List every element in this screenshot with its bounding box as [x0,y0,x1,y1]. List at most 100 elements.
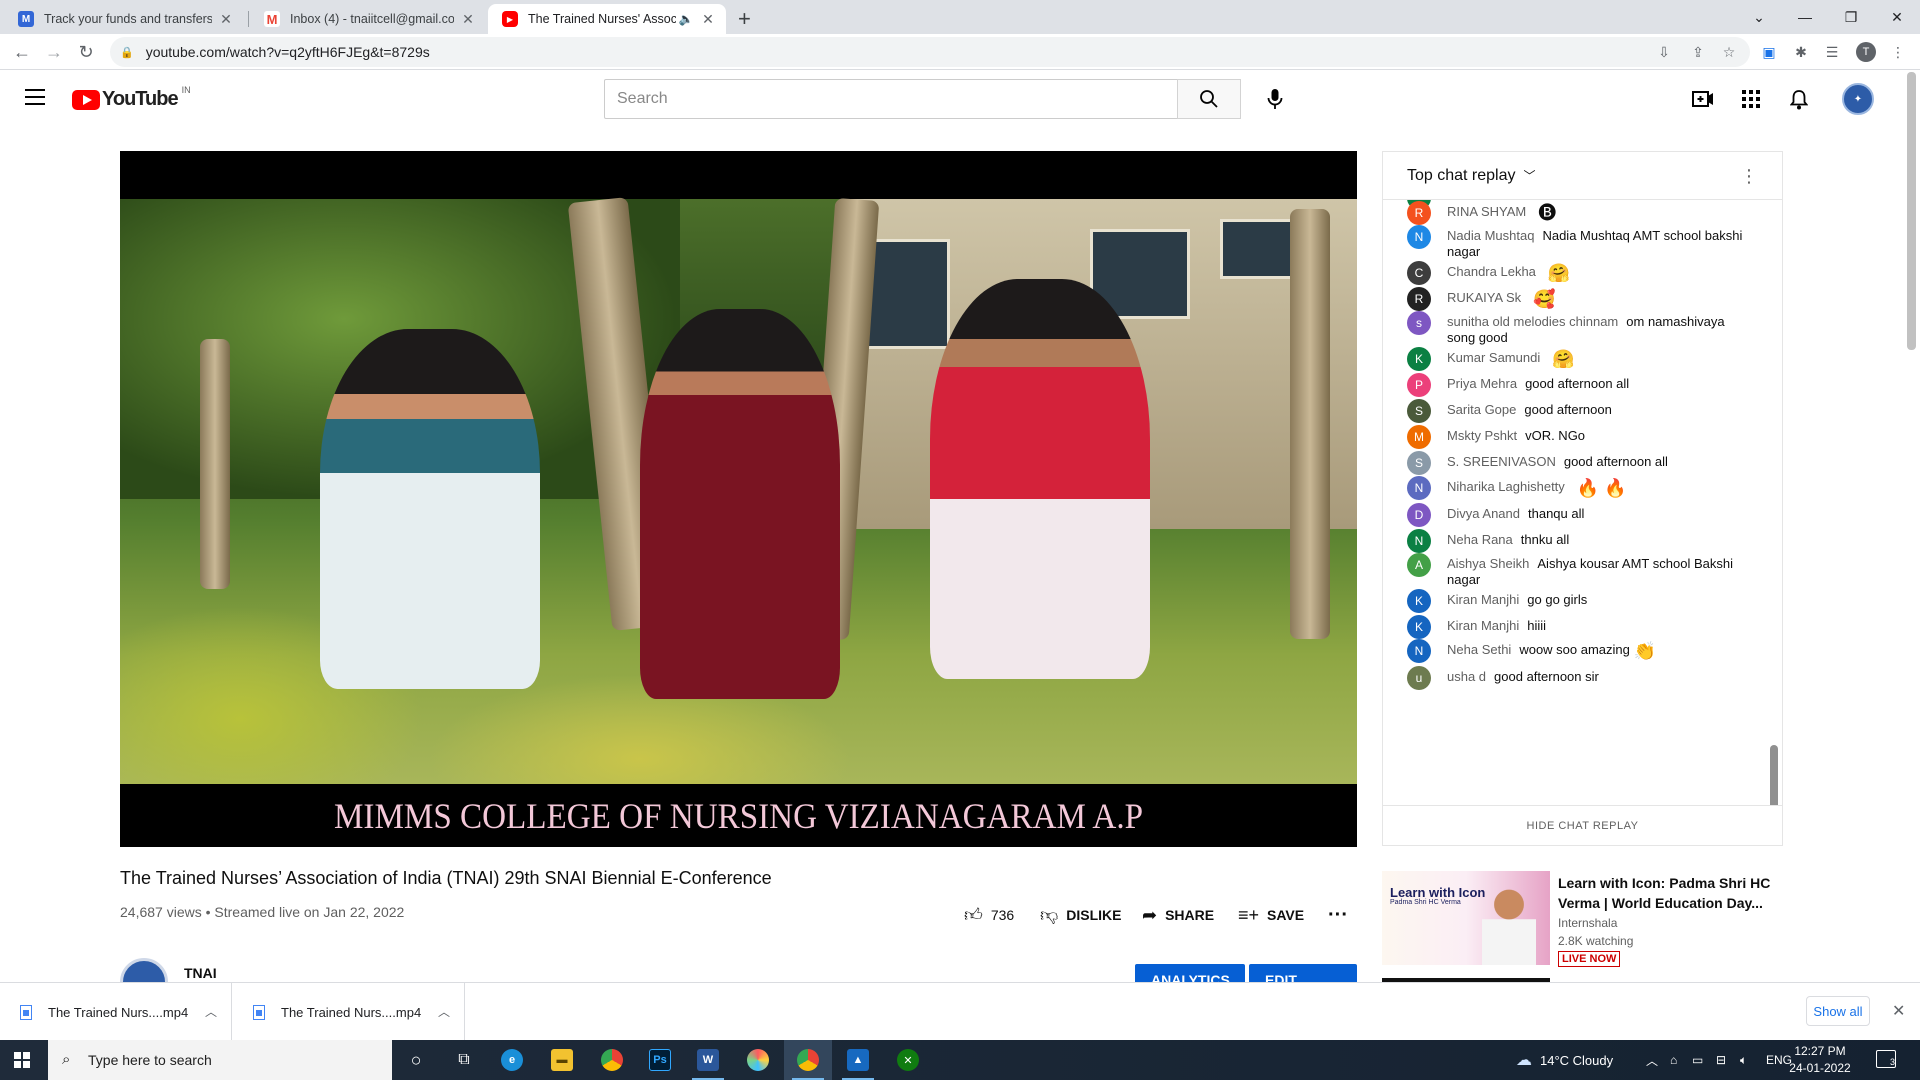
more-actions-icon[interactable]: ··· [1328,904,1348,926]
notifications-bell-icon[interactable] [1787,87,1811,111]
apps-grid-icon[interactable] [1739,87,1763,111]
task-view-icon[interactable]: ⧉ [440,1040,488,1080]
volume-icon[interactable]: 🔈︎ [1740,1040,1747,1080]
chat-author-avatar[interactable]: M [1407,425,1431,449]
chat-author-avatar[interactable]: N [1407,225,1431,249]
browser-tab-youtube[interactable]: ▶ The Trained Nurses' Associat 🔈 ✕ [488,4,726,34]
chat-author-avatar[interactable]: S [1407,451,1431,475]
share-page-icon[interactable]: ⇪ [1688,42,1708,62]
account-avatar[interactable]: ✦ [1842,83,1874,115]
tab-search-icon[interactable]: ⌄ [1736,0,1782,34]
create-video-icon[interactable] [1691,87,1715,111]
close-tab-icon[interactable]: ✕ [218,11,234,28]
chat-author-name[interactable]: Aishya Sheikh [1447,556,1529,571]
chat-author-avatar[interactable]: D [1407,503,1431,527]
chat-author-name[interactable]: Sarita Gope [1447,402,1516,417]
chat-author-name[interactable]: Neha Sethi [1447,642,1511,657]
chat-author-name[interactable]: sunitha old melodies chinnam [1447,314,1618,329]
minimize-button[interactable]: — [1782,0,1828,34]
chat-author-name[interactable]: Divya Anand [1447,506,1520,521]
show-hidden-icons[interactable]: ︿ [1646,1040,1658,1080]
recommendation-channel[interactable]: Internshala [1558,916,1617,930]
notification-center-icon[interactable]: 3 [1876,1050,1896,1068]
recommendation-thumbnail[interactable]: Learn with Icon Padma Shri HC Verma [1382,871,1550,965]
word-icon[interactable]: W [684,1040,732,1080]
clock[interactable]: 12:27 PM 24-01-2022 [1782,1043,1858,1077]
youtube-logo[interactable]: YouTube IN [72,85,191,111]
chat-author-avatar[interactable]: K [1407,589,1431,613]
download-item[interactable]: The Trained Nurs....mp4 ︿ [0,983,232,1041]
usb-icon[interactable]: ▭ [1692,1040,1703,1080]
reading-list-icon[interactable]: ☰ [1822,42,1842,62]
dislike-button[interactable]: 👎︎ DISLIKE [1040,904,1122,926]
hide-chat-replay-button[interactable]: HIDE CHAT REPLAY [1383,805,1782,845]
recommendation-title[interactable]: Learn with Icon: Padma Shri HC Verma | W… [1558,873,1778,913]
edge-icon[interactable]: e [488,1040,536,1080]
chat-author-avatar[interactable]: S [1407,399,1431,423]
browser-menu-icon[interactable]: ⋮ [1888,42,1908,62]
chrome-active-icon[interactable] [784,1040,832,1080]
chat-author-name[interactable]: S. SREENIVASON [1447,454,1556,469]
like-button[interactable]: 👍︎ 736 [964,904,1014,926]
file-explorer-icon[interactable]: ▬ [538,1040,586,1080]
show-all-downloads-button[interactable]: Show all [1806,996,1870,1026]
chevron-up-icon[interactable]: ︿ [438,1003,450,1020]
taskbar-search-input[interactable]: ⌕ Type here to search [48,1040,392,1080]
chrome-icon[interactable] [588,1040,636,1080]
browser-tab-gmail[interactable]: M Inbox (4) - tnaiitcell@gmail.com ✕ [250,4,486,34]
analytics-button[interactable]: ANALYTICS [1135,964,1245,984]
hamburger-menu-icon[interactable] [25,89,45,105]
chat-author-name[interactable]: RUKAIYA Sk [1447,290,1521,305]
search-input[interactable]: Search [604,79,1178,119]
meet-extension-icon[interactable]: ▣ [1759,42,1779,62]
page-scrollbar[interactable] [1907,72,1916,350]
photos-app-icon[interactable] [734,1040,782,1080]
profile-avatar-icon[interactable]: T [1856,42,1876,62]
install-icon[interactable]: ⇩ [1654,42,1674,62]
chat-author-avatar[interactable]: C [1407,261,1431,285]
chat-author-name[interactable]: Kiran Manjhi [1447,618,1519,633]
xbox-icon[interactable]: ✕ [884,1040,932,1080]
windows-start-icon[interactable] [14,1052,30,1068]
edit-video-button[interactable]: EDIT VIDEO [1249,964,1357,984]
channel-avatar[interactable] [120,958,168,982]
chat-mode-dropdown[interactable]: Top chat replay [1407,167,1516,185]
weather-widget[interactable]: ☁ 14°C Cloudy [1516,1040,1613,1080]
close-download-bar-icon[interactable]: ✕ [1892,1001,1905,1021]
chat-author-avatar[interactable]: R [1407,287,1431,311]
reload-icon[interactable]: ↻ [74,40,98,64]
chevron-up-icon[interactable]: ︿ [205,1003,217,1020]
browser-tab-funds[interactable]: M Track your funds and transfers on ✕ [4,4,244,34]
chat-author-name[interactable]: Niharika Laghishetty [1447,479,1565,494]
close-window-button[interactable]: ✕ [1874,0,1920,34]
save-button[interactable]: ≡+ SAVE [1238,904,1304,926]
cortana-icon[interactable]: ○ [392,1040,440,1080]
chat-author-name[interactable]: Nadia Mushtaq [1447,228,1534,243]
restore-button[interactable]: ❐ [1828,0,1874,34]
voice-search-button[interactable] [1255,79,1295,119]
close-tab-icon[interactable]: ✕ [460,11,476,28]
onedrive-icon[interactable]: ⌂ [1670,1040,1677,1080]
chat-author-avatar[interactable]: s [1407,311,1431,335]
chat-author-name[interactable]: Priya Mehra [1447,376,1517,391]
chat-author-name[interactable]: Kumar Samundi [1447,350,1540,365]
download-item[interactable]: The Trained Nurs....mp4 ︿ [233,983,465,1041]
chat-author-name[interactable]: RINA SHYAM [1447,204,1526,219]
chat-author-avatar[interactable]: N [1407,529,1431,553]
video-player[interactable]: MIMMS COLLEGE OF NURSING VIZIANAGARAM A.… [120,151,1357,847]
chat-author-avatar[interactable]: N [1407,476,1431,500]
address-bar[interactable]: 🔒 youtube.com/watch?v=q2yftH6FJEg&t=8729… [110,37,1750,67]
bookmark-star-icon[interactable]: ☆ [1719,42,1739,62]
network-icon[interactable]: ⊟ [1716,1040,1726,1080]
chat-author-avatar[interactable]: R [1407,201,1431,225]
chat-author-name[interactable]: Mskty Pshkt [1447,428,1517,443]
channel-name[interactable]: TNAI [184,965,217,981]
chat-scrollbar[interactable] [1770,745,1778,805]
chat-more-icon[interactable]: ⋮ [1740,166,1758,187]
chat-author-avatar[interactable]: K [1407,347,1431,371]
back-icon[interactable]: ← [10,40,34,64]
extensions-icon[interactable]: ✱ [1791,42,1811,62]
chat-author-avatar[interactable]: u [1407,666,1431,690]
speaker-icon[interactable]: 🔈 [678,12,694,26]
share-button[interactable]: ➦ SHARE [1142,904,1214,926]
